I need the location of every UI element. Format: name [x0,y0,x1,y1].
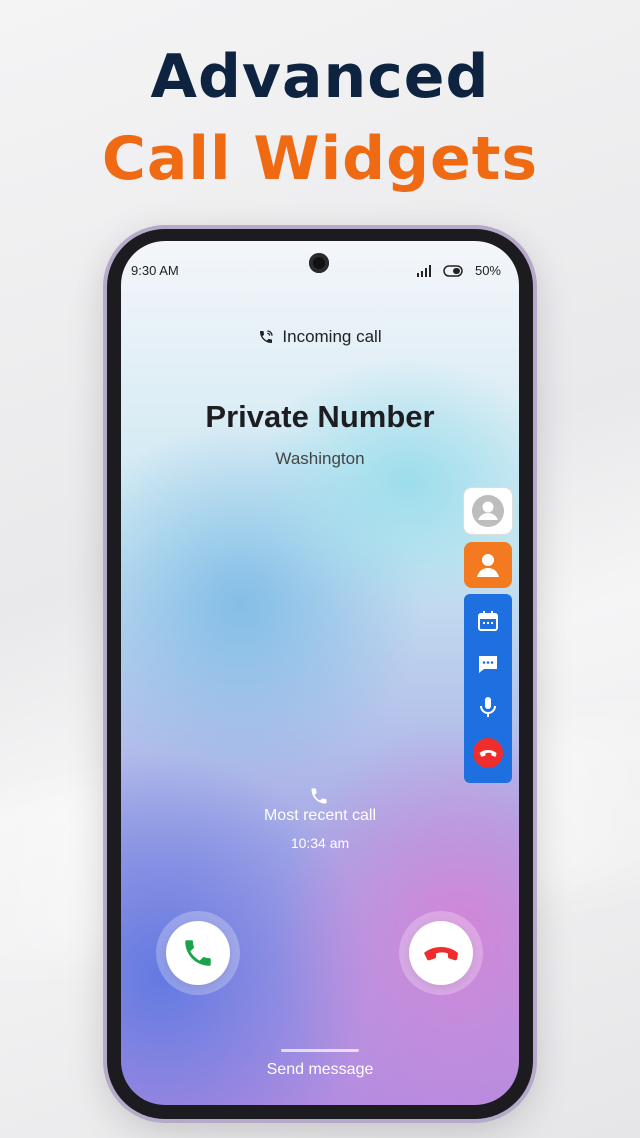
phone-call-icon [260,330,274,343]
headline-line-1: Advanced [150,42,490,112]
recent-call-icon [311,788,327,804]
incoming-call-text: Incoming call [282,327,382,346]
widget-contact-avatar-gray[interactable] [464,488,512,534]
status-right: 50% [416,263,501,278]
most-recent-call-label: Most recent call [263,807,377,824]
caller-location: Washington [275,449,365,468]
battery-percent: 50% [474,263,501,278]
person-icon [472,495,504,527]
caller-name: Private Number [205,399,435,434]
phone-screen: 9:30 AM 50% Incoming call Private Number… [121,241,519,1105]
incoming-call-label: Incoming call [121,327,519,347]
swipe-handle[interactable] [281,1049,359,1052]
microphone-icon[interactable] [476,695,500,719]
most-recent-call-time: 10:34 am [290,835,350,851]
decline-call-inner[interactable] [409,921,473,985]
accept-call-button[interactable] [156,911,240,995]
decline-call-button[interactable] [399,911,483,995]
calendar-icon[interactable] [476,609,500,633]
front-camera [309,253,329,273]
accept-call-inner[interactable] [166,921,230,985]
widget-contact-avatar-orange[interactable] [464,542,512,588]
headline-line-2: Call Widgets [101,124,539,194]
signal-icon [416,264,431,277]
send-message-link[interactable]: Send message [121,1061,519,1079]
person-icon [477,554,499,577]
battery-icon [443,264,463,277]
phone-decline-icon [424,947,458,961]
widget-end-call-button[interactable] [473,737,503,768]
phone-accept-icon [185,940,211,966]
status-time: 9:30 AM [131,263,179,278]
phone-decline-icon [479,749,497,757]
chat-icon[interactable] [476,652,500,676]
widget-action-bar [464,594,512,783]
